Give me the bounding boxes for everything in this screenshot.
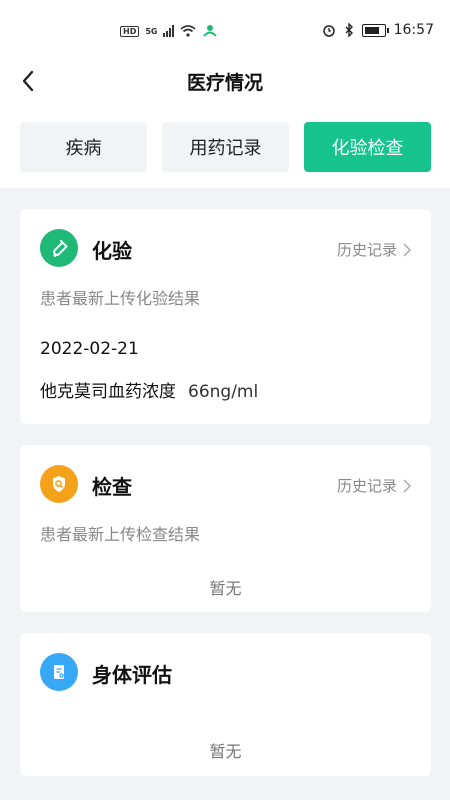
tab-medication-records[interactable]: 用药记录 [162, 122, 289, 172]
shield-search-icon [40, 465, 78, 503]
exam-empty-text: 暂无 [209, 579, 242, 598]
status-bar: HD 5G 16:57 [0, 20, 450, 48]
assessment-empty-text: 暂无 [209, 742, 242, 761]
exam-card: 检查 历史记录 患者最新上传检查结果 暂无 [20, 445, 431, 612]
status-time: 16:57 [393, 22, 434, 38]
hd-badge: HD [120, 25, 140, 37]
chevron-right-icon [403, 242, 411, 257]
tab-disease[interactable]: 疾病 [20, 122, 147, 172]
nav-bar: 医疗情况 [0, 58, 450, 104]
assessment-card: 身体评估 暂无 [20, 633, 431, 776]
lab-item-name: 他克莫司血药浓度 [40, 382, 176, 402]
lab-date: 2022-02-21 [40, 339, 139, 359]
network-type: 5G [145, 26, 158, 36]
lab-history-label: 历史记录 [336, 241, 397, 259]
tab-bar: 疾病 用药记录 化验检查 [20, 122, 431, 172]
lab-result-row[interactable]: 他克莫司血药浓度 66ng/ml [40, 377, 258, 402]
tab-lab-exams[interactable]: 化验检查 [304, 122, 431, 172]
page-title: 医疗情况 [186, 72, 263, 94]
exam-description: 患者最新上传检查结果 [40, 525, 201, 544]
lab-title: 化验 [92, 239, 132, 263]
exam-history-link[interactable]: 历史记录 [337, 475, 411, 496]
status-indicators: HD 5G [120, 24, 218, 38]
battery-icon [361, 23, 389, 37]
lab-card: 化验 历史记录 患者最新上传化验结果 2022-02-21 他克莫司血药浓度 66… [20, 209, 431, 424]
signal-icon [163, 25, 175, 37]
exam-title: 检查 [92, 475, 132, 499]
lab-item-value: 66ng/ml [188, 382, 259, 402]
chevron-right-icon [403, 478, 411, 493]
status-right: 16:57 [322, 22, 434, 38]
exam-history-label: 历史记录 [336, 477, 397, 495]
test-tube-icon [40, 229, 78, 267]
lab-description: 患者最新上传化验结果 [40, 289, 201, 308]
assessment-title: 身体评估 [92, 663, 172, 687]
app-notification-icon [203, 25, 218, 37]
lab-history-link[interactable]: 历史记录 [337, 239, 411, 260]
top-section: HD 5G 16:57 医疗情况 疾病 用药记录 化验检查 [0, 0, 450, 188]
alarm-icon [322, 25, 335, 37]
bluetooth-icon [345, 23, 353, 37]
wifi-icon [180, 25, 197, 37]
document-icon [40, 653, 78, 691]
